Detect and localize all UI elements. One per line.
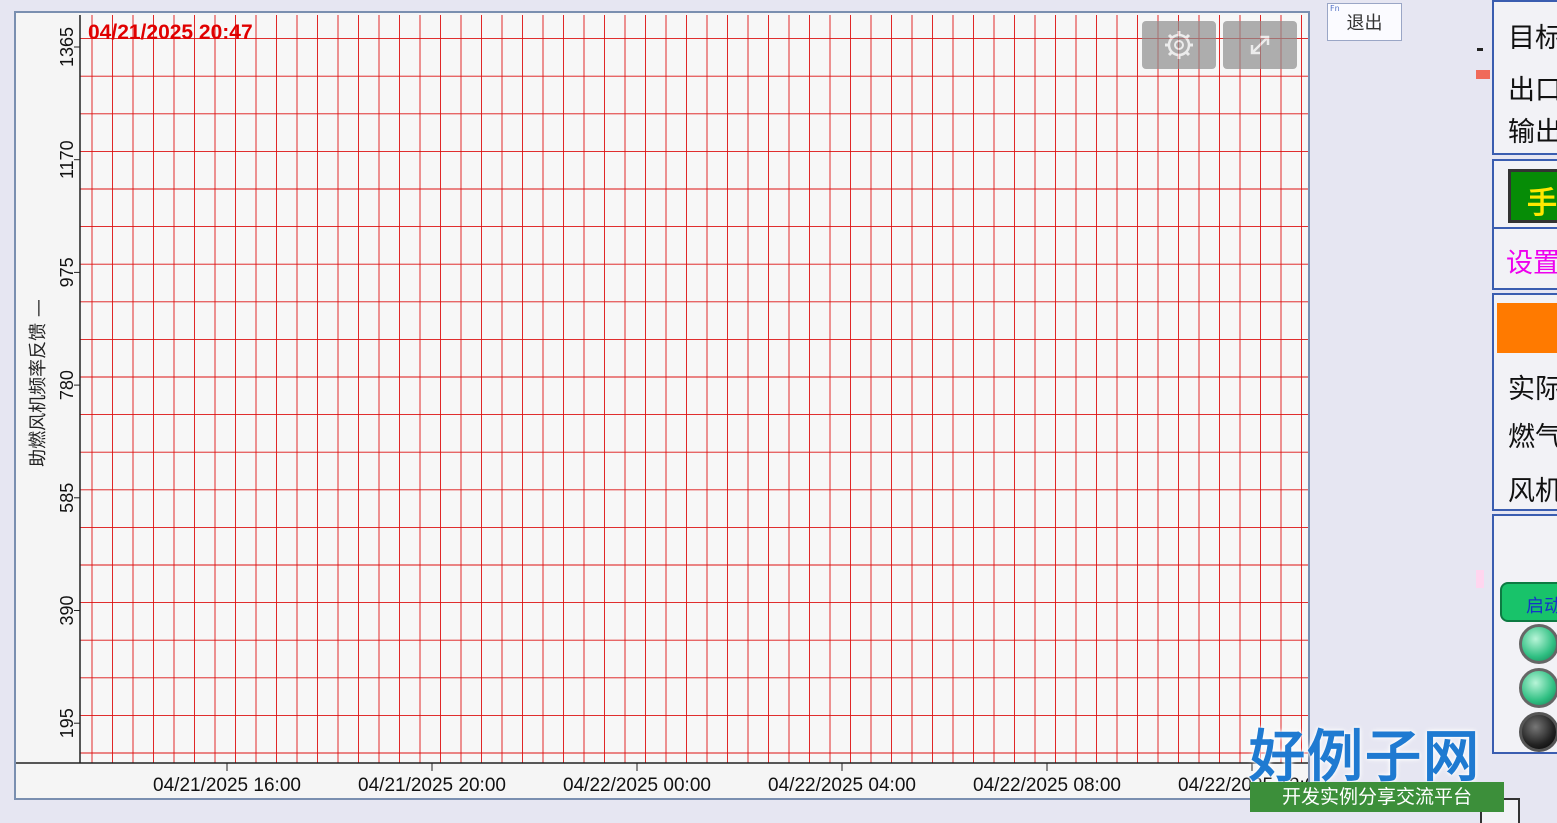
section-divider (1494, 227, 1557, 229)
label-gas: 燃气 (1508, 422, 1557, 453)
fullscreen-button[interactable] (1223, 21, 1297, 69)
target-section: 目标 出口 输出 (1492, 0, 1557, 155)
mode-button-label: 手 (1527, 186, 1557, 221)
marker-red (1476, 70, 1490, 79)
x-tick-label: 04/22/2025 04:00 (768, 775, 916, 796)
y-tick-label: 975 (57, 257, 77, 287)
indicator-lamp-green-1 (1519, 624, 1557, 664)
label-fan: 风机 (1508, 476, 1557, 507)
watermark-subtitle: 开发实例分享交流平台 (1250, 782, 1504, 812)
marker-dash (1477, 48, 1483, 51)
status-section: 实际 燃气 风机 (1492, 293, 1557, 511)
start-button-label: 启动 (1526, 596, 1557, 617)
gear-icon (1165, 31, 1193, 59)
y-tick-label: 585 (57, 483, 77, 513)
y-tick-label: 1170 (57, 140, 77, 179)
indicator-lamp-off (1519, 712, 1557, 752)
y-tick-label: 780 (57, 370, 77, 400)
expand-icon (1250, 35, 1270, 55)
label-output: 输出 (1508, 117, 1557, 148)
trend-grid: 1365 1170 975 780 585 390 195 助燃风机频率反馈 — 04/21/2… (16, 15, 1308, 796)
label-target: 目标 (1508, 23, 1557, 54)
settings-button[interactable] (1142, 21, 1216, 69)
y-tick-label: 390 (57, 595, 77, 625)
start-button[interactable]: 启动 (1500, 582, 1557, 622)
label-setting[interactable]: 设置 (1506, 241, 1557, 280)
plot-area (80, 15, 1308, 763)
mode-section: 手 设置 (1492, 159, 1557, 290)
status-indicator-orange (1497, 303, 1557, 353)
y-tick-label: 195 (57, 708, 77, 738)
x-tick-label: 04/21/2025 16:00 (153, 775, 301, 796)
exit-button-label: 退出 (1346, 13, 1383, 34)
fn-corner-label: Fn (1330, 4, 1340, 13)
x-tick-label: 04/21/2025 20:00 (358, 775, 506, 796)
marker-pink (1476, 570, 1484, 588)
x-tick-label: 04/22/2025 08:00 (973, 775, 1121, 796)
watermark-title: 好例子网 (1249, 724, 1481, 790)
mode-button[interactable]: 手 (1508, 169, 1557, 223)
label-outlet: 出口 (1508, 75, 1557, 106)
label-actual: 实际 (1508, 374, 1557, 405)
trend-timestamp: 04/21/2025 20:47 (88, 21, 253, 44)
exit-button[interactable]: Fn 退出 (1327, 3, 1402, 41)
x-tick-label: 04/22/2025 00:00 (563, 775, 711, 796)
trend-chart-panel: 1365 1170 975 780 585 390 195 助燃风机频率反馈 — 04/21/2… (14, 11, 1310, 800)
y-tick-label: 1365 (57, 27, 77, 67)
y-axis-title: 助燃风机频率反馈 — (28, 299, 49, 467)
indicator-lamp-green-2 (1519, 668, 1557, 708)
